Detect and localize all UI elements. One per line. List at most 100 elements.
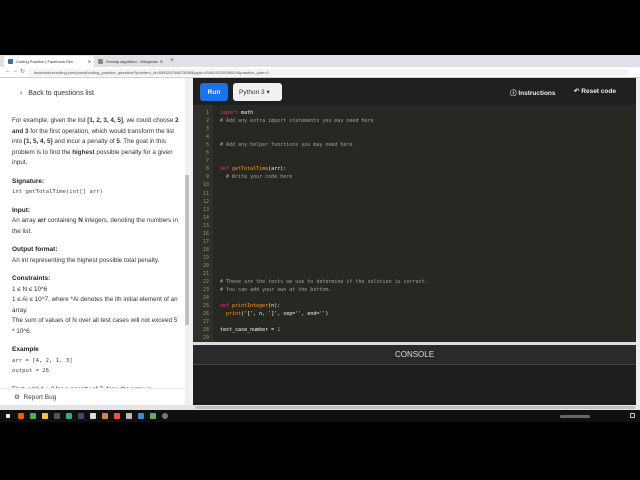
code-line[interactable]: 22 # These are the tests we use to determ… — [193, 278, 636, 286]
help-circle-icon: ⓘ — [510, 90, 517, 97]
constraints-text: 1 ≤ N ≤ 10^6 1 ≤ Ai ≤ 10^7, where *Ai den… — [12, 285, 178, 335]
app-icon[interactable] — [150, 413, 156, 419]
caret-down-icon: ▾ — [266, 89, 270, 96]
browser-tab-wikipedia[interactable]: Greedy algorithm - Wikipedia ✕ — [94, 56, 166, 67]
line-number: 17 — [202, 238, 209, 245]
browser-tab-bar: Coding Practice | Facebook Rec ✕ Greedy a… — [0, 55, 640, 67]
code-line[interactable]: 14 — [193, 214, 636, 222]
code-text: # Add any helper functions you may need … — [220, 142, 353, 149]
system-tray-icons[interactable] — [560, 415, 590, 418]
app-icon[interactable] — [162, 413, 168, 419]
line-number: 22 — [202, 279, 209, 286]
app-icon[interactable] — [66, 413, 72, 419]
page-scrollbar[interactable] — [636, 78, 640, 405]
app-icon[interactable] — [138, 413, 144, 419]
reset-code-button[interactable]: ↶ Reset code — [574, 87, 616, 95]
code-line[interactable]: 19 — [193, 254, 636, 262]
code-line[interactable]: 13 — [193, 206, 636, 214]
code-line[interactable]: 16 — [193, 230, 636, 238]
line-number: 4 — [205, 134, 209, 141]
line-number: 5 — [205, 142, 209, 149]
line-number: 12 — [202, 198, 209, 205]
url-input[interactable]: facebookrecruiting.com/portal/coding_pra… — [28, 69, 628, 76]
code-line[interactable]: 17 — [193, 238, 636, 246]
reset-label: Reset code — [581, 88, 616, 95]
line-number: 21 — [202, 271, 209, 277]
example-heading: Example — [12, 346, 39, 353]
close-tab-icon[interactable]: ✕ — [160, 59, 163, 64]
run-button[interactable]: Run — [200, 83, 228, 101]
wikipedia-favicon-icon — [98, 59, 103, 64]
terminal-icon[interactable] — [54, 413, 60, 419]
notifications-icon[interactable] — [630, 413, 635, 418]
code-line[interactable]: 23 # You can add your own at the bottom. — [193, 286, 636, 294]
file-explorer-icon[interactable] — [42, 413, 48, 419]
line-number: 29 — [202, 335, 209, 342]
code-text: def printInteger(n): — [220, 303, 281, 310]
language-value: Python 3 — [239, 89, 265, 96]
line-number: 20 — [202, 262, 209, 269]
code-line[interactable]: 25 def printInteger(n): — [193, 302, 636, 310]
code-line[interactable]: 6 — [193, 149, 636, 157]
document-icon[interactable] — [90, 413, 96, 419]
language-select[interactable]: Python 3 ▾ — [233, 83, 282, 101]
firefox-icon[interactable] — [18, 413, 24, 419]
line-number: 3 — [205, 126, 209, 133]
code-line[interactable]: 8 def getTotalTime(arr): — [193, 165, 636, 173]
reload-icon[interactable]: ↻ — [20, 68, 25, 75]
new-tab-icon[interactable]: + — [170, 57, 174, 64]
tab-label: Coding Practice | Facebook Rec — [16, 59, 74, 64]
code-text: # Write your code here — [220, 174, 293, 181]
back-label: Back to questions list — [28, 90, 94, 97]
code-line[interactable]: 26 print('[', n, ']', sep='', end='') — [193, 310, 636, 318]
line-number: 1 — [205, 110, 209, 116]
console-output — [193, 365, 636, 405]
browser-tab-coding-practice[interactable]: Coding Practice | Facebook Rec ✕ — [4, 56, 94, 67]
chrome-icon[interactable] — [30, 413, 36, 419]
back-to-questions-link[interactable]: ‹ Back to questions list — [20, 90, 94, 97]
code-line[interactable]: 2 # Add any extra import statements you m… — [193, 117, 636, 125]
report-bug-button[interactable]: ⚙ Report Bug — [0, 388, 186, 405]
code-line[interactable]: 27 — [193, 318, 636, 326]
app-icon[interactable] — [126, 413, 132, 419]
code-line[interactable]: 21 — [193, 270, 636, 278]
start-icon[interactable] — [6, 414, 10, 418]
facebook-favicon-icon — [8, 59, 13, 64]
code-line[interactable]: 20 — [193, 262, 636, 270]
back-arrow-icon[interactable]: ← — [5, 68, 11, 74]
line-number: 13 — [202, 206, 209, 213]
app-icon[interactable] — [78, 413, 84, 419]
code-line[interactable]: 7 — [193, 157, 636, 165]
code-line[interactable]: 1 import math — [193, 109, 636, 117]
code-line[interactable]: 9 # Write your code here — [193, 173, 636, 181]
close-tab-icon[interactable]: ✕ — [88, 59, 91, 64]
code-line[interactable]: 12 — [193, 198, 636, 206]
code-line[interactable]: 28 test_case_number = 1 — [193, 326, 636, 334]
code-line[interactable]: 24 — [193, 294, 636, 302]
code-line[interactable]: 3 — [193, 125, 636, 133]
line-number: 25 — [202, 303, 209, 310]
windows-taskbar — [0, 410, 640, 422]
code-area[interactable]: 1 import math 2 # Add any extra import stat… — [193, 105, 636, 342]
code-text: # These are the tests we use to determin… — [220, 279, 428, 286]
code-line[interactable]: 4 — [193, 133, 636, 141]
code-text: # Add any extra import statements you ma… — [220, 118, 374, 125]
horizontal-scrollbar-thumb[interactable] — [195, 406, 635, 409]
code-line[interactable]: 11 — [193, 190, 636, 198]
code-line[interactable]: 5 # Add any helper functions you may need… — [193, 141, 636, 149]
code-line[interactable]: 29 — [193, 334, 636, 342]
line-number: 18 — [202, 246, 209, 253]
output-heading: Output format: — [12, 246, 58, 253]
app-icon[interactable] — [102, 413, 108, 419]
code-line[interactable]: 10 — [193, 181, 636, 189]
code-line[interactable]: 18 — [193, 246, 636, 254]
line-number: 10 — [202, 182, 209, 189]
line-number: 24 — [202, 295, 209, 302]
code-line[interactable]: 15 — [193, 222, 636, 230]
report-bug-label: Report Bug — [23, 394, 57, 401]
forward-arrow-icon[interactable]: → — [12, 68, 18, 74]
console-header[interactable]: CONSOLE — [193, 345, 636, 365]
app-icon[interactable] — [114, 413, 120, 419]
line-number: 9 — [205, 174, 209, 181]
instructions-button[interactable]: ⓘ Instructions — [510, 87, 556, 97]
